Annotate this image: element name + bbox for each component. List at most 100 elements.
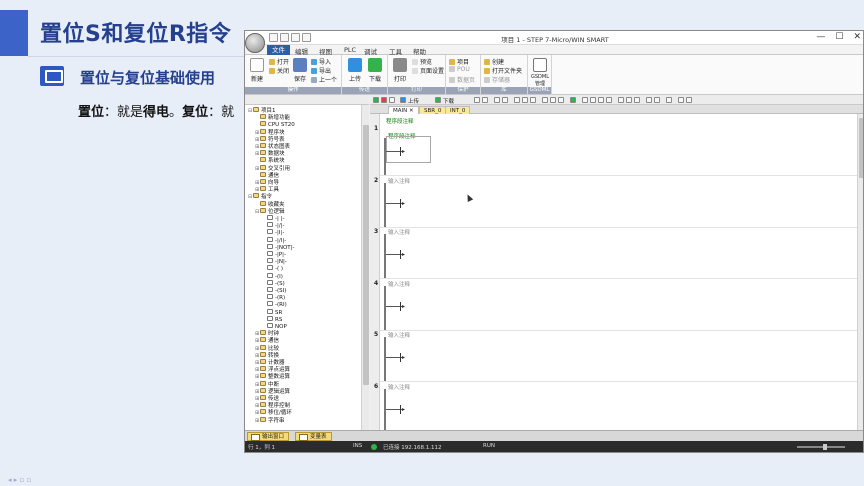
tab-output-window[interactable]: 输出窗口 [247,432,290,441]
maximize-button[interactable]: ☐ [835,32,843,42]
tree-item[interactable]: -|P|- [262,251,286,258]
download-button[interactable]: 下载 [366,58,384,83]
tree-item[interactable]: 通信 [255,171,279,179]
contact-icon[interactable] [618,97,624,103]
pause-icon[interactable] [502,97,508,103]
tree-item[interactable]: ⊞ 数据块 [255,150,285,157]
tree-item[interactable]: -| |- [262,215,284,222]
tree-item[interactable]: -|I|- [262,229,284,236]
insert-row-icon[interactable] [646,97,652,103]
tree-item[interactable]: CPU ST20 [255,121,295,128]
new-button[interactable]: 新建 [248,58,266,83]
tree-item[interactable]: -|/|- [262,222,285,229]
symbol-icon[interactable] [542,97,548,103]
tree-item[interactable]: ⊞ 符号表 [255,135,285,143]
insert-icon[interactable] [474,97,480,103]
tree-item[interactable]: ⊞ 逻辑运算 [255,387,290,395]
export-button[interactable]: 导出 [311,66,331,75]
protect-project-button[interactable]: 项目 [449,57,469,66]
tab-main[interactable]: MAIN ✕ [388,106,419,114]
scrollbar-thumb[interactable] [859,118,863,178]
tree-item[interactable]: ⊞ 交叉引用 [255,164,290,172]
print-button[interactable]: 打印 [391,58,409,83]
tree-item[interactable]: ⊞ 字符串 [255,416,285,424]
tree-item[interactable]: -|/I|- [262,236,286,244]
network-2[interactable]: 2 输入注释 ▸ [370,176,857,228]
tab-plc[interactable]: PLC [344,46,356,54]
gsdml-manage-button[interactable]: GSDML 管理 [531,58,549,87]
ladder-editor[interactable]: 程序段注释 1 程序段注释 ▸ 2 输入注释 ▸ 3 输入注释 ▸ 4 输入注释 ▸ 5 输入注释 ▸ 6 输入… [370,114,857,430]
network-comment[interactable]: 输入注释 [388,177,410,185]
save-button[interactable]: 保存 [291,58,309,83]
tree-item[interactable]: -( ) [262,265,283,272]
network-comment[interactable]: 输入注释 [388,383,410,391]
tree-item[interactable]: ⊟ 项目1 [248,107,276,114]
tree-item[interactable]: -(RI) [262,301,287,308]
tab-sbr0[interactable]: SBR_0 [419,106,447,114]
download-arrow-icon[interactable] [435,97,441,103]
tree-item[interactable]: ⊞ 移位/循环 [255,409,292,416]
status-icon[interactable] [514,97,520,103]
preview-button[interactable]: 预览 [412,57,432,66]
network-4[interactable]: 4 输入注释 ▸ [370,279,857,331]
run-icon[interactable] [373,97,379,103]
tree-item[interactable]: -|N|- [262,258,287,265]
open-library-folder-button[interactable]: 打开文件夹 [484,66,522,75]
box-icon[interactable] [634,97,640,103]
zoom-icon[interactable] [678,97,684,103]
properties-icon[interactable] [686,97,692,103]
tree-item[interactable]: -(S) [262,279,285,287]
protect-pou-button[interactable]: POU [449,66,470,73]
tree-item[interactable]: ⊞ 计数器 [255,359,285,366]
open-button[interactable]: 打开 [269,57,289,66]
application-orb-button[interactable] [245,33,265,53]
tree-item[interactable]: -(R) [262,294,285,301]
upload-arrow-icon[interactable] [400,97,406,103]
tab-int0[interactable]: INT_0 [445,106,471,114]
tree-item[interactable]: ⊞ 整数运算 [255,373,290,380]
table-icon[interactable] [550,97,556,103]
network-insert-icon[interactable] [530,97,536,103]
network-comment[interactable]: 输入注释 [388,228,410,236]
previous-button[interactable]: 上一个 [311,75,337,84]
tree-item[interactable]: ⊞ 中断 [255,380,279,388]
network-5[interactable]: 5 输入注释 ▸ [370,330,857,382]
tree-item[interactable]: 系统块 [255,157,285,164]
delete-row-icon[interactable] [654,97,660,103]
tree-item[interactable]: ⊟ 指令 [248,193,272,200]
scrollbar-thumb[interactable] [363,125,369,385]
network-comment[interactable]: 输入注释 [388,280,410,288]
go-icon[interactable] [570,97,576,103]
line-left-icon[interactable] [598,97,604,103]
tree-item[interactable]: ⊞ 程序控制 [255,402,290,409]
bookmark-icon[interactable] [522,97,528,103]
upload-button[interactable]: 上传 [346,58,364,83]
tree-item[interactable]: ⊞ 浮点运算 [255,366,290,373]
line-down-icon[interactable] [590,97,596,103]
toggle-view-icon[interactable] [666,97,672,103]
delete-icon[interactable] [482,97,488,103]
tree-item[interactable]: ⊞ 工具 [255,186,279,193]
close-button[interactable]: ✕ [853,32,861,42]
line-up-icon[interactable] [582,97,588,103]
tree-item[interactable]: ⊞ 向导 [255,179,279,186]
line-right-icon[interactable] [606,97,612,103]
tree-item[interactable]: -|NOT|- [262,243,294,251]
tree-item[interactable]: ⊞ 状态图表 [255,143,290,150]
tree-item[interactable]: ⊞ 转换 [255,351,279,359]
tree-item[interactable]: ⊞ 通信 [255,337,279,344]
close-project-button[interactable]: 关闭 [269,66,289,75]
coil-icon[interactable] [626,97,632,103]
compile-icon[interactable] [389,97,395,103]
zoom-slider[interactable] [797,444,845,450]
monitor-icon[interactable] [494,97,500,103]
tree-item[interactable]: ⊞ 传送 [255,395,279,402]
project-tree-scrollbar[interactable] [361,105,369,430]
stop-icon[interactable] [381,97,387,103]
tree-item[interactable]: NOP [262,323,287,330]
tree-item[interactable]: RS [262,315,282,323]
protect-data-page-button[interactable]: 数据页 [449,75,475,84]
page-setup-button[interactable]: 页面设置 [412,66,444,75]
tree-item[interactable]: ⊟ 位逻辑 [255,207,285,215]
import-button[interactable]: 导入 [311,57,331,66]
